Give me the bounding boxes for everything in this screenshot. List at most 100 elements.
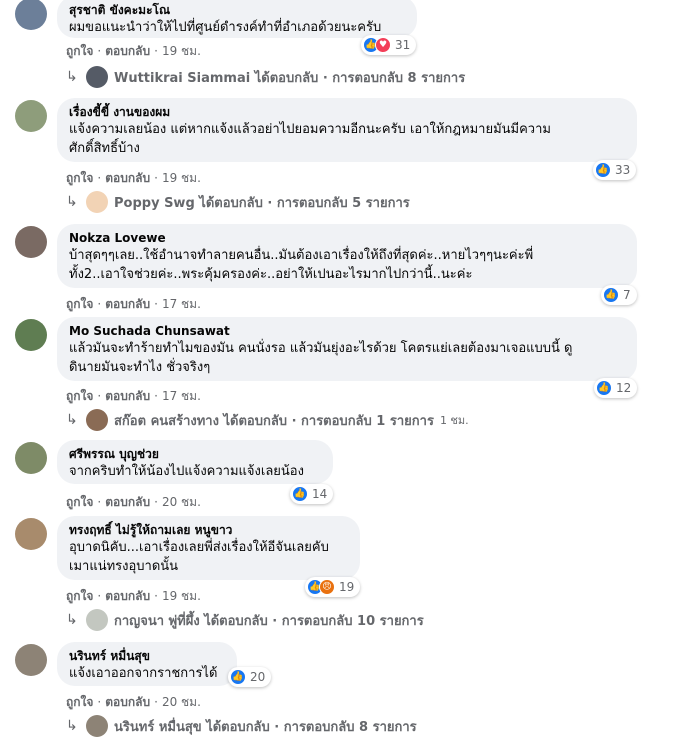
reply-button[interactable]: ตอบกลับ	[105, 495, 150, 509]
view-replies-link[interactable]: ↳ สก๊อต คนสร้างทาง ได้ตอบกลับ · การตอบกล…	[66, 409, 469, 431]
comment-line: ศักดิ์สิทธิ์บ้าง	[69, 141, 140, 156]
replies-text: นรินทร์ หมื่นสุข ได้ตอบกลับ · การตอบกลับ…	[114, 719, 417, 735]
reply-button[interactable]: ตอบกลับ	[105, 695, 150, 709]
reply-avatar	[86, 66, 108, 88]
comment-text: แจ้งเอาออกจากราชการได้	[69, 664, 225, 683]
avatar[interactable]	[15, 0, 47, 30]
comment-author[interactable]: ศรีพรรณ บุญช่วย	[69, 446, 321, 462]
like-button[interactable]: ถูกใจ	[66, 389, 93, 403]
reaction-number: 19	[339, 580, 355, 594]
comment-time[interactable]: 20 ชม.	[162, 695, 201, 709]
comment-bubble: Mo Suchada Chunsawat แล้วมันจะทำร้ายทำไม…	[57, 317, 637, 381]
reply-avatar	[86, 715, 108, 737]
reaction-number: 20	[250, 670, 266, 684]
like-button[interactable]: ถูกใจ	[66, 695, 93, 709]
like-reaction-icon: 👍	[596, 380, 612, 396]
replies-time[interactable]: 1 ชม.	[440, 411, 469, 429]
reply-arrow-icon: ↳	[66, 612, 78, 628]
reaction-count[interactable]: 👍 ♥ 31	[361, 35, 417, 55]
comment-time[interactable]: 19 ชม.	[162, 171, 201, 185]
like-reaction-icon: 👍	[292, 486, 308, 502]
replies-text: Wuttikrai Siammai ได้ตอบกลับ · การตอบกลั…	[114, 70, 466, 86]
comment-actions: ถูกใจ · ตอบกลับ · 19 ชม.	[66, 44, 201, 58]
comment-time[interactable]: 17 ชม.	[162, 297, 201, 311]
reply-avatar	[86, 409, 108, 431]
like-button[interactable]: ถูกใจ	[66, 44, 93, 58]
comment-text: แจ้งความเลยน้อง แต่หากแจ้งแล้วอย่าไปยอมค…	[69, 120, 625, 158]
like-button[interactable]: ถูกใจ	[66, 171, 93, 185]
comment-line: แล้วมันจะทำร้ายทำไมของมัน คนนั่งรอ แล้วม…	[69, 341, 573, 356]
comment-line: ดินายมันจะทำไง ชั่วจริงๆ	[69, 360, 211, 375]
comment-author[interactable]: Nokza Lovewe	[69, 230, 625, 246]
avatar[interactable]	[15, 442, 47, 474]
reaction-number: 7	[623, 288, 631, 302]
comment-bubble: ศรีพรรณ บุญช่วย จากคริบทำให้น้องไปแจ้งคว…	[57, 440, 333, 484]
comment-bubble: สุรชาติ ขังคะมะโณ ผมขอแนะนำว่าให้ไปที่ศู…	[57, 0, 417, 38]
reply-button[interactable]: ตอบกลับ	[105, 297, 150, 311]
replies-text: Poppy Swg ได้ตอบกลับ · การตอบกลับ 5 รายก…	[114, 195, 410, 211]
view-replies-link[interactable]: ↳ Poppy Swg ได้ตอบกลับ · การตอบกลับ 5 รา…	[66, 191, 410, 213]
reply-button[interactable]: ตอบกลับ	[105, 44, 150, 58]
comment-bubble: Nokza Lovewe บ้าสุดๆๆเลย..ใช้อำนาจทำลายค…	[57, 224, 637, 288]
comment-time[interactable]: 20 ชม.	[162, 495, 201, 509]
comment-author[interactable]: นรินทร์ หมื่นสุข	[69, 648, 225, 664]
reaction-count[interactable]: 👍 20	[228, 667, 272, 687]
replies-text: สก๊อต คนสร้างทาง ได้ตอบกลับ · การตอบกลับ…	[114, 413, 434, 429]
avatar[interactable]	[15, 319, 47, 351]
replies-text: กาญจนา พู่ที่ผึ้ง ได้ตอบกลับ · การตอบกลั…	[114, 613, 424, 629]
comment-actions: ถูกใจ · ตอบกลับ · 17 ชม.	[66, 297, 201, 311]
reaction-count[interactable]: 👍 12	[594, 378, 638, 398]
reaction-count[interactable]: 👍 7	[601, 285, 637, 305]
comment-text: บ้าสุดๆๆเลย..ใช้อำนาจทำลายคนอื่น..มันต้อ…	[69, 246, 625, 284]
comment-author[interactable]: ทรงฤทธิ์ ไม่รู้ให้ถามเลย หนูขาว	[69, 522, 348, 538]
reply-button[interactable]: ตอบกลับ	[105, 171, 150, 185]
like-button[interactable]: ถูกใจ	[66, 495, 93, 509]
comment-line: บ้าสุดๆๆเลย..ใช้อำนาจทำลายคนอื่น..มันต้อ…	[69, 248, 534, 263]
reaction-count[interactable]: 👍 14	[290, 484, 334, 504]
like-button[interactable]: ถูกใจ	[66, 297, 93, 311]
comment-line: ทั้ง2..เอาใจช่วยค่ะ..พระคุ้มครองค่ะ..อย่…	[69, 267, 473, 282]
comment-actions: ถูกใจ · ตอบกลับ · 19 ชม.	[66, 589, 201, 603]
reaction-count[interactable]: 👍 33	[593, 160, 637, 180]
reply-arrow-icon: ↳	[66, 412, 78, 428]
comment-time[interactable]: 19 ชม.	[162, 44, 201, 58]
comment-text: จากคริบทำให้น้องไปแจ้งความแจ้งเลยน้อง	[69, 462, 321, 481]
comment-author[interactable]: สุรชาติ ขังคะมะโณ	[69, 2, 405, 18]
avatar[interactable]	[15, 226, 47, 258]
reply-button[interactable]: ตอบกลับ	[105, 389, 150, 403]
avatar[interactable]	[15, 644, 47, 676]
comment-author[interactable]: เรื่องขี้ขี้ งานของผม	[69, 104, 625, 120]
like-reaction-icon: 👍	[603, 287, 619, 303]
reply-arrow-icon: ↳	[66, 194, 78, 210]
comment-bubble: เรื่องขี้ขี้ งานของผม แจ้งความเลยน้อง แต…	[57, 98, 637, 162]
comment-actions: ถูกใจ · ตอบกลับ · 20 ชม.	[66, 695, 201, 709]
comment-line: จากคริบทำให้น้องไปแจ้งความแจ้งเลยน้อง	[69, 464, 304, 479]
comment-time[interactable]: 19 ชม.	[162, 589, 201, 603]
reaction-number: 14	[312, 487, 328, 501]
comment-actions: ถูกใจ · ตอบกลับ · 20 ชม.	[66, 495, 201, 509]
comment-text: ผมขอแนะนำว่าให้ไปที่ศูนย์ดำรงค์ทำที่อำเภ…	[69, 18, 405, 37]
comment-bubble: ทรงฤทธิ์ ไม่รู้ให้ถามเลย หนูขาว อุบาดนิค…	[57, 516, 360, 580]
reaction-number: 12	[616, 381, 632, 395]
comment-bubble: นรินทร์ หมื่นสุข แจ้งเอาออกจากราชการได้	[57, 642, 237, 686]
reaction-count[interactable]: 👍 😠 19	[305, 577, 361, 597]
avatar[interactable]	[15, 518, 47, 550]
comment-line: แจ้งเอาออกจากราชการได้	[69, 666, 218, 681]
view-replies-link[interactable]: ↳ กาญจนา พู่ที่ผึ้ง ได้ตอบกลับ · การตอบก…	[66, 609, 424, 631]
reply-button[interactable]: ตอบกลับ	[105, 589, 150, 603]
reply-avatar	[86, 191, 108, 213]
comment-time[interactable]: 17 ชม.	[162, 389, 201, 403]
comment-actions: ถูกใจ · ตอบกลับ · 19 ชม.	[66, 171, 201, 185]
like-button[interactable]: ถูกใจ	[66, 589, 93, 603]
reply-arrow-icon: ↳	[66, 718, 78, 734]
reply-arrow-icon: ↳	[66, 69, 78, 85]
comment-text: แล้วมันจะทำร้ายทำไมของมัน คนนั่งรอ แล้วม…	[69, 339, 625, 377]
like-reaction-icon: 👍	[230, 669, 246, 685]
view-replies-link[interactable]: ↳ Wuttikrai Siammai ได้ตอบกลับ · การตอบก…	[66, 66, 465, 88]
love-reaction-icon: ♥	[375, 37, 391, 53]
comment-author[interactable]: Mo Suchada Chunsawat	[69, 323, 625, 339]
comment-line: ผมขอแนะนำว่าให้ไปที่ศูนย์ดำรงค์ทำที่อำเภ…	[69, 20, 382, 35]
view-replies-link[interactable]: ↳ นรินทร์ หมื่นสุข ได้ตอบกลับ · การตอบกล…	[66, 715, 417, 737]
comment-line: อุบาดนิคับ...เอาเรื่องเลยพี่ส่งเรื่องให้…	[69, 540, 329, 555]
avatar[interactable]	[15, 100, 47, 132]
